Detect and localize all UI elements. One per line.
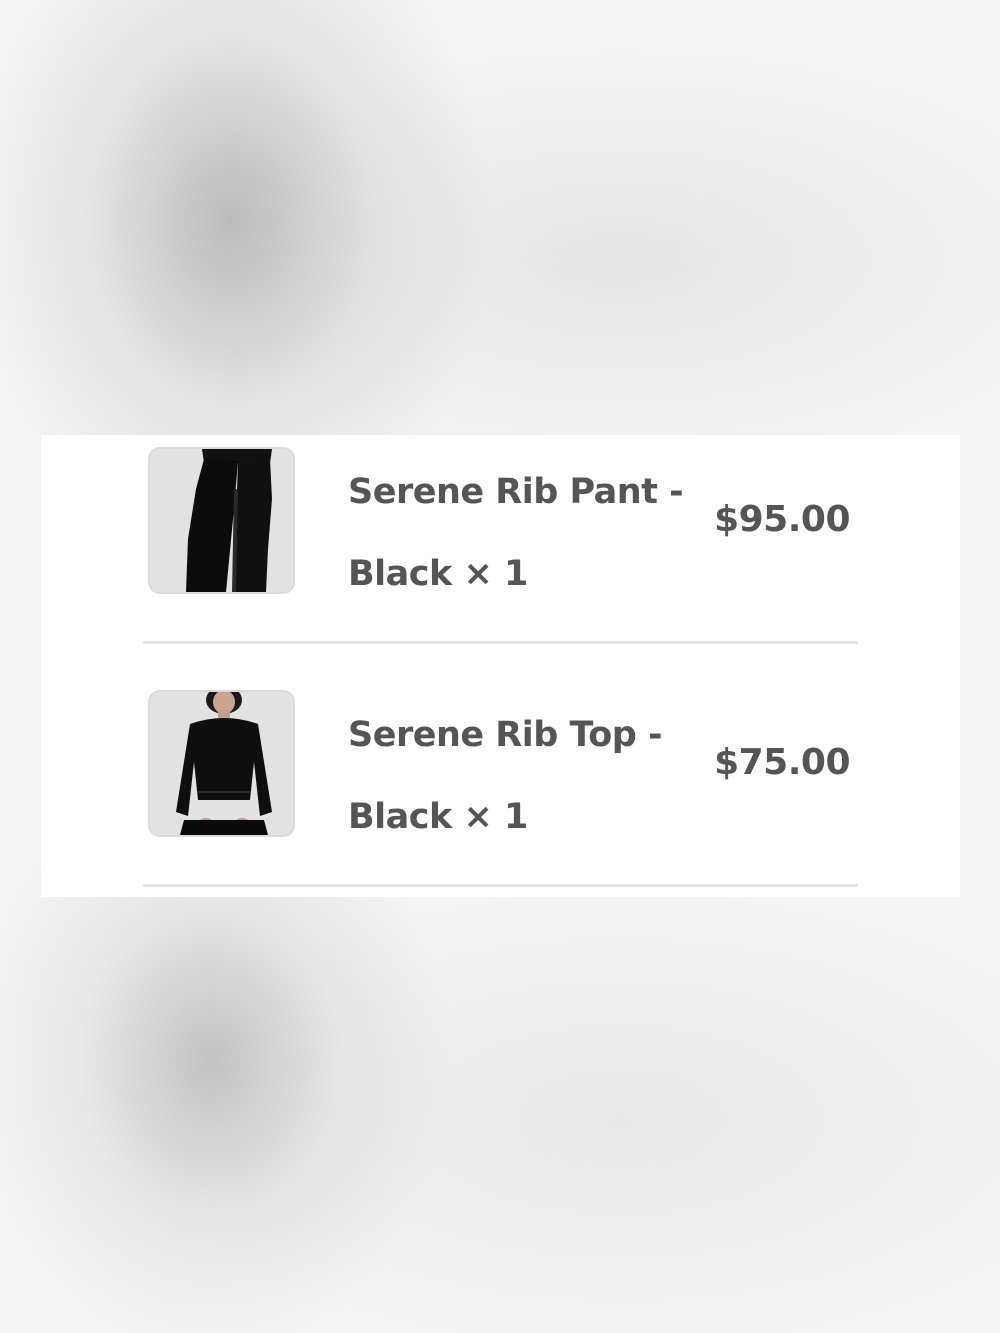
product-price: $95.00: [714, 499, 850, 540]
black-pants-product-image: [150, 449, 293, 592]
divider: [143, 884, 858, 887]
product-thumbnail: [148, 690, 295, 837]
divider: [143, 641, 858, 644]
order-item: Serene Rib Pant - Black × 1 $95.00: [41, 435, 960, 643]
product-name: Serene Rib Top - Black × 1: [348, 715, 663, 837]
product-thumbnail: [148, 447, 295, 594]
product-name: Serene Rib Pant - Black × 1: [348, 472, 684, 594]
product-price: $75.00: [714, 742, 850, 783]
order-item: Serene Rib Top - Black × 1 $75.00: [41, 678, 960, 886]
black-top-product-image: [150, 692, 293, 835]
order-summary-panel: Serene Rib Pant - Black × 1 $95.00 Seren…: [41, 435, 960, 897]
